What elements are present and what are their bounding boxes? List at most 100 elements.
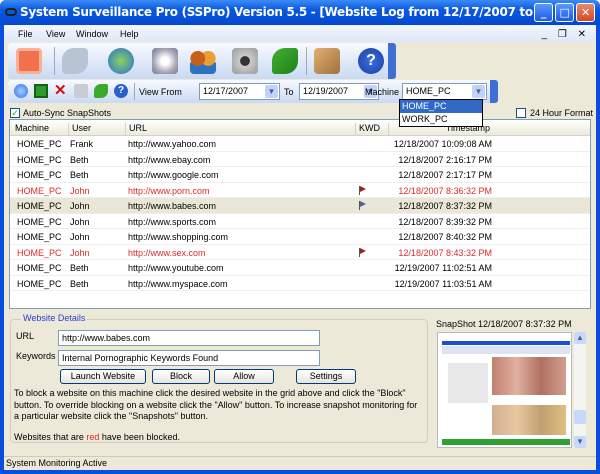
- website-details-title: Website Details: [21, 313, 88, 323]
- disk-icon[interactable]: [152, 48, 178, 74]
- scroll-up-icon[interactable]: ▲: [574, 332, 586, 344]
- keyboard-icon[interactable]: [62, 48, 88, 74]
- cell-machine: HOME_PC: [17, 170, 62, 180]
- launch-website-button[interactable]: Launch Website: [60, 369, 146, 384]
- snapshot-label: SnapShot 12/18/2007 8:37:32 PM: [436, 319, 572, 329]
- column-url[interactable]: URL: [125, 123, 355, 135]
- camera-icon[interactable]: [232, 48, 258, 74]
- table-row[interactable]: HOME_PC John http://www.shopping.com 12/18/…: [10, 229, 590, 245]
- cell-machine: HOME_PC: [17, 247, 62, 258]
- blue-flag-icon: [359, 201, 367, 210]
- chevron-down-icon[interactable]: ▼: [472, 85, 485, 98]
- from-date-picker[interactable]: 12/17/2007 ▼: [199, 83, 280, 100]
- cell-timestamp: 12/18/2007 8:36:32 PM: [398, 185, 492, 196]
- auto-sync-checkbox[interactable]: ✓: [10, 108, 20, 118]
- website-log-grid: Machine User URL KWD Timestamp HOME_PC Fr…: [9, 119, 591, 309]
- cell-machine: HOME_PC: [17, 232, 62, 242]
- machine-label: Machine: [365, 87, 400, 97]
- block-button[interactable]: Block: [152, 369, 210, 384]
- menu-view[interactable]: View: [46, 29, 65, 39]
- cell-timestamp: 12/18/2007 8:40:32 PM: [398, 232, 492, 242]
- machine-select[interactable]: HOME_PC ▼: [402, 83, 487, 100]
- cell-user: Beth: [70, 263, 89, 273]
- 24-hour-format-checkbox[interactable]: [516, 108, 526, 118]
- scroll-thumb[interactable]: [574, 410, 586, 424]
- help-text: To block a website on this machine click…: [14, 388, 418, 421]
- table-row[interactable]: HOME_PC Beth http://www.youtube.com 12/19/2…: [10, 260, 590, 276]
- internet-explorer-icon[interactable]: [108, 48, 134, 74]
- users-icon[interactable]: [190, 48, 216, 74]
- cell-machine: HOME_PC: [17, 139, 62, 149]
- cell-timestamp: 12/18/2007 8:39:32 PM: [398, 216, 492, 227]
- table-row[interactable]: HOME_PC John http://www.sex.com 12/18/2007 …: [10, 245, 590, 260]
- cell-url: http://www.ebay.com: [128, 154, 211, 165]
- print-icon[interactable]: [74, 84, 88, 98]
- scroll-down-icon[interactable]: ▼: [574, 436, 586, 448]
- table-row[interactable]: HOME_PC Beth http://www.ebay.com 12/18/2007…: [10, 152, 590, 167]
- cell-url: http://www.sex.com: [128, 247, 206, 258]
- cell-user: John: [70, 247, 90, 258]
- machine-option[interactable]: HOME_PC: [400, 100, 482, 113]
- table-row[interactable]: HOME_PC Beth http://www.google.com 12/18/20…: [10, 167, 590, 183]
- cell-timestamp: 12/19/2007 11:03:51 AM: [394, 278, 492, 289]
- save-icon[interactable]: [34, 84, 48, 98]
- mdi-controls[interactable]: _ ❐ ✕: [542, 29, 590, 40]
- status-bar: System Monitoring Active: [4, 456, 596, 470]
- machine-option[interactable]: WORK_PC: [400, 113, 482, 126]
- cell-user: John: [70, 216, 90, 227]
- cell-user: Beth: [70, 278, 89, 289]
- help-icon[interactable]: ?: [114, 84, 128, 98]
- close-button[interactable]: ✕: [576, 3, 595, 22]
- keys-icon[interactable]: [314, 48, 340, 74]
- cell-timestamp: 12/18/2007 8:43:32 PM: [398, 247, 492, 258]
- cell-url: http://www.myspace.com: [128, 278, 228, 289]
- url-label: URL: [16, 331, 35, 341]
- table-row[interactable]: HOME_PC Beth http://www.myspace.com 12/19/2…: [10, 276, 590, 291]
- menu-help[interactable]: Help: [120, 29, 139, 39]
- 24-hour-format-label: 24 Hour Format: [530, 108, 594, 118]
- chevron-down-icon[interactable]: ▼: [265, 85, 278, 98]
- table-row[interactable]: HOME_PC Frank http://www.yahoo.com 12/18/20…: [10, 136, 590, 152]
- column-kwd[interactable]: KWD: [355, 123, 380, 135]
- column-machine[interactable]: Machine: [12, 123, 49, 135]
- help-icon[interactable]: ?: [358, 48, 384, 74]
- blocked-note: Websites that are red have been blocked.: [14, 432, 180, 442]
- grid-header: Machine User URL KWD Timestamp: [10, 120, 590, 136]
- keywords-label: Keywords: [16, 351, 56, 361]
- table-row[interactable]: HOME_PC John http://www.sports.com 12/18/20…: [10, 214, 590, 229]
- cell-timestamp: 12/18/2007 2:17:17 PM: [398, 170, 492, 180]
- client-area: File View Window Help _ ❐ ✕ ? ✕ ? View F…: [4, 25, 596, 470]
- cell-url: http://www.porn.com: [128, 185, 210, 196]
- to-label: To: [284, 87, 294, 97]
- cell-timestamp: 12/18/2007 8:37:32 PM: [398, 201, 492, 211]
- view-from-label: View From: [139, 87, 182, 97]
- cell-machine: HOME_PC: [17, 216, 62, 227]
- auto-sync-label: Auto-Sync SnapShots: [23, 108, 112, 118]
- website-details-group: Website Details URL http://www.babes.com…: [10, 313, 428, 443]
- cell-timestamp: 12/18/2007 10:09:08 AM: [393, 139, 492, 149]
- delete-icon[interactable]: ✕: [54, 83, 68, 98]
- cell-user: Frank: [70, 139, 94, 149]
- url-field[interactable]: http://www.babes.com: [58, 330, 320, 346]
- column-user[interactable]: User: [68, 123, 91, 135]
- table-row[interactable]: HOME_PC John http://www.porn.com 12/18/2007…: [10, 183, 590, 198]
- menu-window[interactable]: Window: [76, 29, 108, 39]
- snapshot-image[interactable]: [437, 332, 572, 448]
- allow-button[interactable]: Allow: [214, 369, 274, 384]
- sync-icon[interactable]: [94, 84, 108, 98]
- machine-dropdown-list: HOME_PC WORK_PC: [399, 99, 483, 127]
- maximize-button[interactable]: □: [555, 3, 574, 22]
- cell-url: http://www.youtube.com: [128, 263, 224, 273]
- cell-user: Beth: [70, 170, 89, 180]
- table-row[interactable]: HOME_PC John http://www.babes.com 12/18/200…: [10, 198, 590, 214]
- settings-button[interactable]: Settings: [296, 369, 356, 384]
- menu-file[interactable]: File: [18, 29, 33, 39]
- check-icon[interactable]: [14, 84, 28, 98]
- cell-url: http://www.google.com: [128, 170, 219, 180]
- sync-icon[interactable]: [272, 48, 298, 74]
- minimize-button[interactable]: _: [534, 3, 553, 22]
- cell-timestamp: 12/19/2007 11:02:51 AM: [394, 263, 492, 273]
- keywords-field[interactable]: Internal Pornographic Keywords Found: [58, 350, 320, 366]
- snapshot-scrollbar[interactable]: ▲ ▼: [574, 332, 586, 448]
- screen-icon[interactable]: [16, 48, 42, 74]
